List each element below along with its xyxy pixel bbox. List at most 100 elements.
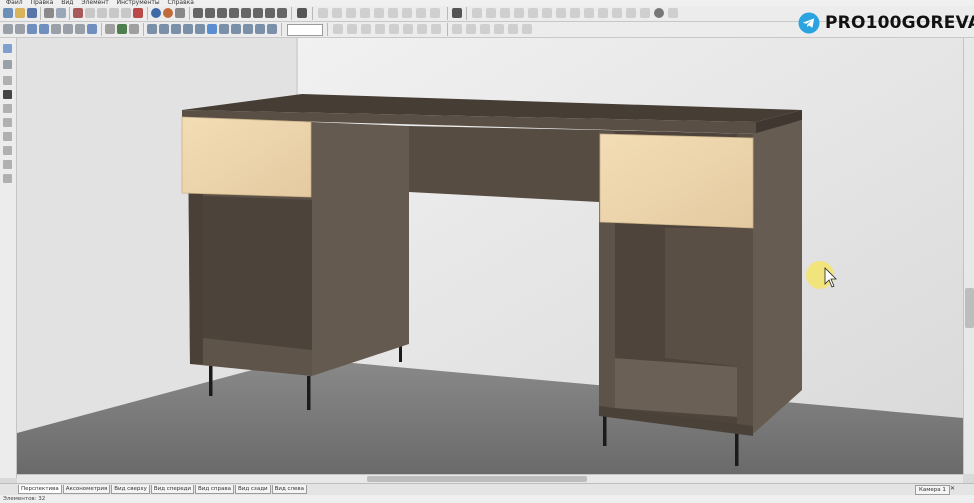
diamond-icon[interactable] [219,24,229,34]
distribute-v-icon[interactable] [416,8,426,18]
box-side-icon[interactable] [75,24,85,34]
align-center-icon[interactable] [332,8,342,18]
align-tool-icon[interactable] [3,160,12,169]
materials-icon[interactable] [163,8,173,18]
solid-icon[interactable] [87,24,97,34]
camera-icon[interactable] [147,24,157,34]
snap-point-icon[interactable] [375,24,385,34]
zoom-icon[interactable] [159,24,169,34]
label-icon[interactable] [522,24,532,34]
snap-grid-icon[interactable] [333,24,343,34]
arrow-icon[interactable] [231,24,241,34]
dim-angle-icon[interactable] [494,24,504,34]
measure-icon[interactable] [267,24,277,34]
pipette-tool-icon[interactable] [3,90,12,99]
frame-icon[interactable] [241,8,251,18]
snap-line-icon[interactable] [417,24,427,34]
delete-icon[interactable] [133,8,143,18]
align-right-icon[interactable] [346,8,356,18]
preview-icon[interactable] [56,8,66,18]
hole-tool-icon[interactable] [3,132,12,141]
cube-solid-icon[interactable] [39,24,49,34]
detail-icon[interactable] [277,8,287,18]
pan-icon[interactable] [171,24,181,34]
align-middle-icon[interactable] [374,8,384,18]
pointer-tool-icon[interactable] [3,44,12,53]
vertical-scrollbar[interactable] [963,38,974,474]
snap-axis-icon[interactable] [431,24,441,34]
rotate-icon[interactable] [500,8,510,18]
box-front-icon[interactable] [63,24,73,34]
fit-icon[interactable] [195,24,205,34]
wireframe-icon[interactable] [51,24,61,34]
snap-center-icon[interactable] [389,24,399,34]
globe-icon[interactable] [151,8,161,18]
wire-icon[interactable] [598,8,608,18]
tab-left-view[interactable]: Вид слева [271,485,308,494]
align-left-icon[interactable] [318,8,328,18]
zoom-combo[interactable] [287,24,323,36]
stack-icon[interactable] [430,8,440,18]
cut-icon[interactable] [73,8,83,18]
tab-front-view[interactable]: Вид спереди [150,485,194,494]
camera-select[interactable]: Камера 1 [915,485,950,495]
horizontal-scroll-thumb[interactable] [367,476,587,482]
edges-icon[interactable] [129,24,139,34]
view-mode-icon[interactable] [3,24,13,34]
distribute-h-icon[interactable] [402,8,412,18]
dim-h-icon[interactable] [466,24,476,34]
move-icon[interactable] [528,8,538,18]
snap-angle-icon[interactable] [403,24,413,34]
dim-icon[interactable] [452,24,462,34]
shadow-icon[interactable] [105,24,115,34]
shade-icon[interactable] [612,8,622,18]
layout-icon[interactable] [205,8,215,18]
draw-tool-icon[interactable] [3,118,12,127]
snap-face-icon[interactable] [361,24,371,34]
render-icon[interactable] [668,8,678,18]
snap-edge-icon[interactable] [347,24,357,34]
table-icon[interactable] [253,8,263,18]
undo-icon[interactable] [109,8,119,18]
light-icon[interactable] [640,8,650,18]
rotate-tool-icon[interactable] [3,60,12,69]
tab-perspective[interactable]: Перспектива [18,485,62,494]
grid-icon[interactable] [193,8,203,18]
mirror-icon[interactable] [486,8,496,18]
paste-icon[interactable] [97,8,107,18]
select-icon[interactable] [207,24,217,34]
open-folder-icon[interactable] [15,8,25,18]
panel-icon[interactable] [229,8,239,18]
tab-right-view[interactable]: Вид справа [195,485,234,494]
box-icon[interactable] [15,24,25,34]
orbit-icon[interactable] [183,24,193,34]
align-top-icon[interactable] [360,8,370,18]
lock-icon[interactable] [584,8,594,18]
cut-tool-icon[interactable] [3,104,12,113]
sum-icon[interactable] [297,8,307,18]
align-bottom-icon[interactable] [388,8,398,18]
note-icon[interactable] [508,24,518,34]
vertical-scroll-thumb[interactable] [965,288,974,328]
magnet-icon[interactable] [243,24,253,34]
scale-icon[interactable] [542,8,552,18]
array-tool-icon[interactable] [3,174,12,183]
window-icon[interactable] [217,8,227,18]
close-view-icon[interactable]: ✕ [950,485,955,493]
3d-viewport[interactable] [17,38,963,474]
flip-icon[interactable] [514,8,524,18]
measure-tool-icon[interactable] [3,76,12,85]
snap-icon[interactable] [472,8,482,18]
texture-icon[interactable] [626,8,636,18]
redo-icon[interactable] [121,8,131,18]
group-icon[interactable] [556,8,566,18]
list-icon[interactable] [265,8,275,18]
edge-tool-icon[interactable] [3,146,12,155]
eye-icon[interactable] [654,8,664,18]
copy-icon[interactable] [85,8,95,18]
settings-icon[interactable] [175,8,185,18]
texture-view-icon[interactable] [117,24,127,34]
refresh-icon[interactable] [255,24,265,34]
tab-axonometry[interactable]: Аксонометрия [62,485,111,494]
tab-top-view[interactable]: Вид сверху [111,485,150,494]
